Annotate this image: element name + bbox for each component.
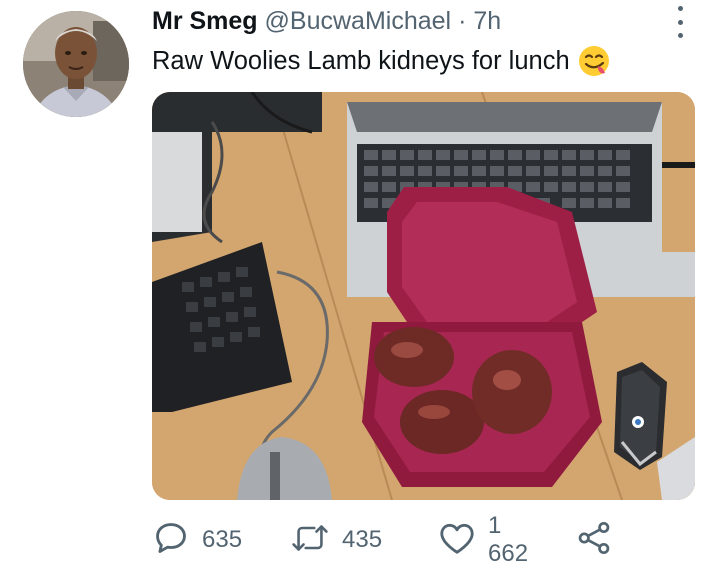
tweet-text-content: Raw Woolies Lamb kidneys for lunch: [152, 47, 570, 75]
tweet-header: Mr Smeg @BucwaMichael · 7h: [152, 4, 501, 38]
avatar[interactable]: [23, 11, 129, 117]
tweet-timestamp[interactable]: 7h: [473, 7, 501, 35]
avatar-image: [23, 11, 129, 117]
share-icon: [576, 520, 612, 561]
retweet-count: 435: [342, 526, 383, 553]
photo-image: [152, 92, 695, 500]
reply-bubble-icon: [152, 519, 190, 562]
more-options-icon[interactable]: [668, 6, 692, 38]
reply-count: 635: [202, 526, 243, 553]
like-button[interactable]: 1 662: [438, 512, 528, 567]
like-count: 1 662: [488, 512, 529, 567]
tweet-photo[interactable]: [152, 92, 695, 500]
retweet-icon: [290, 521, 330, 560]
header-separator: ·: [458, 7, 467, 35]
heart-icon: [438, 520, 476, 561]
author-display-name[interactable]: Mr Smeg: [152, 7, 258, 35]
author-handle[interactable]: @BucwaMichael: [265, 7, 452, 35]
tweet-text: Raw Woolies Lamb kidneys for lunch: [152, 44, 612, 78]
face-savoring-food-emoji: [578, 45, 612, 77]
retweet-button[interactable]: 435: [290, 520, 382, 560]
share-button[interactable]: [576, 520, 612, 560]
reply-button[interactable]: 635: [152, 520, 242, 560]
